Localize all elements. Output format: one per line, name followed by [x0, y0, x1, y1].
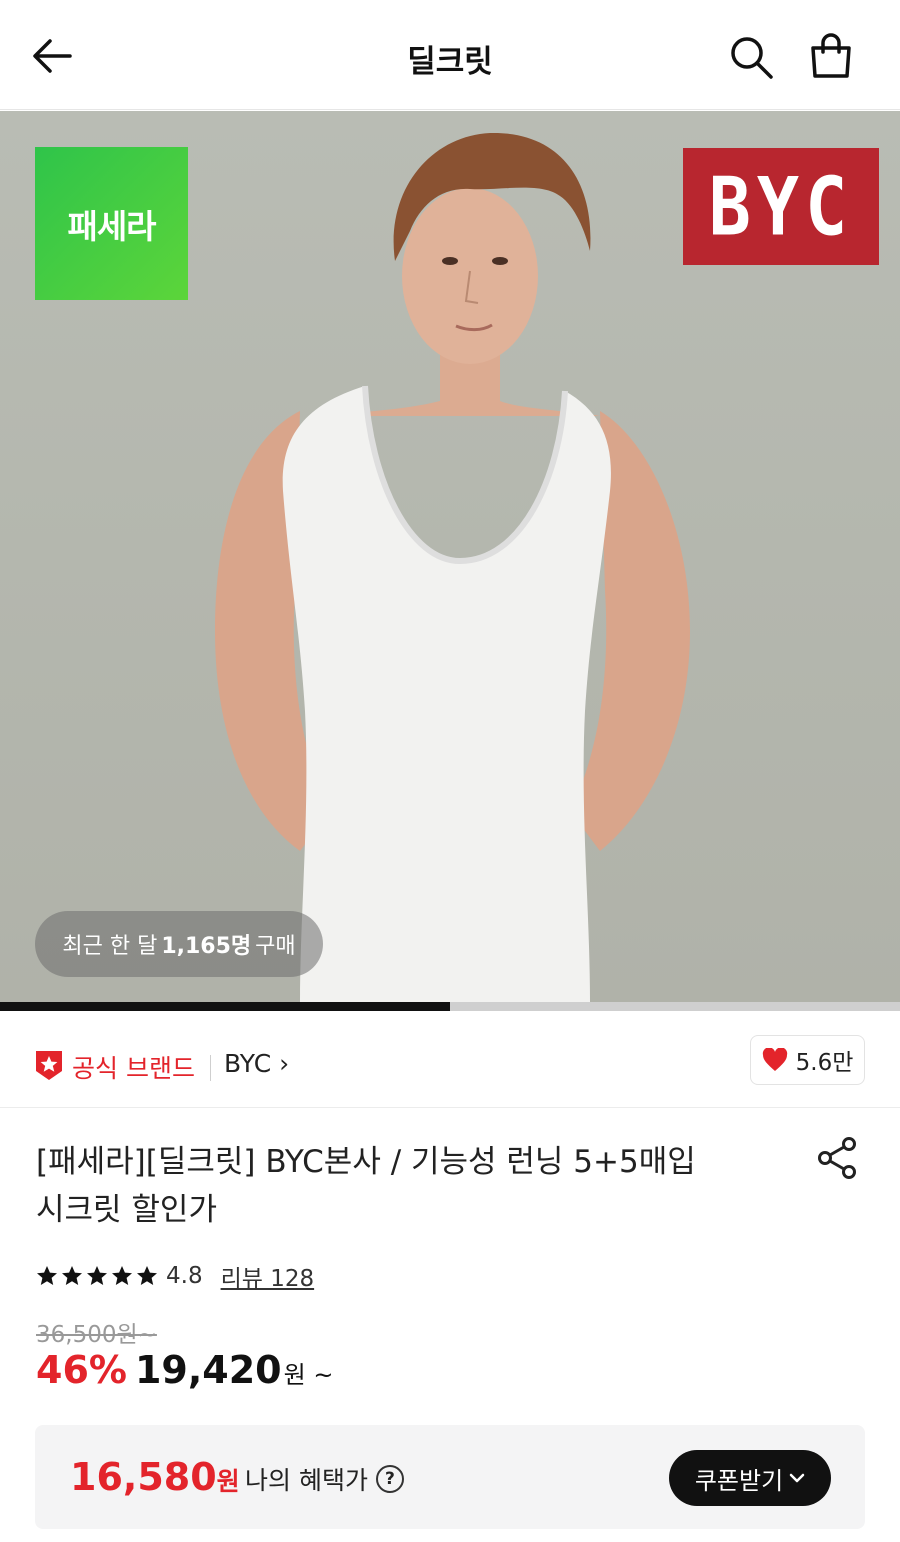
byc-logo-text: BYC [708, 159, 854, 254]
star-icon [137, 1266, 157, 1285]
carousel-progress-fill [0, 1002, 450, 1011]
brand-divider [210, 1055, 211, 1081]
coupon-button-label: 쿠폰받기 [694, 1466, 784, 1495]
byc-logo: BYC [683, 148, 879, 265]
heart-icon [762, 1048, 787, 1071]
benefit-price-unit: 원 [216, 1467, 240, 1496]
reviews-link[interactable]: 리뷰 128 [221, 1259, 315, 1293]
buy-badge-prefix: 최근 한 달 [62, 934, 158, 959]
like-count: 5.6만 [795, 1050, 854, 1076]
brand-link[interactable]: BYC › [224, 1049, 289, 1078]
star-icon [62, 1266, 82, 1285]
product-title: [패세라][딜크릿] BYC본사 / 기능성 런닝 5+5매입 시크릿 할인가 [36, 1138, 776, 1234]
share-icon[interactable] [815, 1135, 861, 1181]
product-image-carousel[interactable]: 패세라 BYC 최근 한 달 1,165명 구매 [0, 111, 900, 1002]
star-icon [37, 1266, 57, 1285]
shopping-bag-icon[interactable] [808, 32, 854, 80]
benefit-label-text: 나의 혜택가 [245, 1466, 368, 1495]
help-icon[interactable]: ? [375, 1465, 404, 1493]
brand-row: 공식 브랜드 BYC › 5.6만 [0, 1011, 900, 1108]
rating-stars [36, 1265, 158, 1287]
original-price: 36,500원~ [36, 1322, 157, 1348]
get-coupon-button[interactable]: 쿠폰받기 [669, 1450, 831, 1506]
buy-badge-count: 1,165명 [161, 934, 252, 959]
top-app-bar: 딜크릿 [0, 0, 900, 110]
star-icon [87, 1266, 107, 1285]
buy-badge-suffix: 구매 [255, 934, 296, 959]
sale-price-row: 46% 19,420 원 ~ [36, 1348, 333, 1398]
star-icon [112, 1266, 132, 1285]
sale-price: 19,420 [134, 1348, 282, 1392]
benefit-price: 16,580원 [70, 1455, 240, 1499]
product-title-line1: [패세라][딜크릿] BYC본사 / 기능성 런닝 5+5매입 [36, 1144, 696, 1180]
sale-price-unit: 원 ~ [283, 1361, 334, 1389]
discount-rate: 46% [36, 1348, 127, 1392]
product-title-line2: 시크릿 할인가 [36, 1192, 217, 1228]
rating-score: 4.8 [166, 1263, 203, 1289]
recent-purchase-badge: 최근 한 달 1,165명 구매 [35, 911, 323, 977]
pesera-logo: 패세라 [35, 147, 188, 300]
benefit-price-box: 16,580원 나의 혜택가 ? 쿠폰받기 [35, 1425, 865, 1529]
benefit-label: 나의 혜택가 ? [245, 1461, 404, 1497]
official-badge-icon [36, 1051, 62, 1080]
search-icon[interactable] [728, 34, 774, 80]
rating-row: 4.8 리뷰 128 [36, 1260, 314, 1292]
chevron-right-icon: › [279, 1049, 290, 1078]
pesera-logo-text: 패세라 [67, 206, 156, 246]
carousel-progress-bar [0, 1002, 900, 1011]
chevron-down-icon [789, 1473, 805, 1483]
like-button[interactable]: 5.6만 [750, 1035, 865, 1085]
benefit-price-value: 16,580 [70, 1455, 217, 1499]
brand-name: BYC [224, 1049, 272, 1078]
official-brand-label: 공식 브랜드 [72, 1054, 195, 1083]
